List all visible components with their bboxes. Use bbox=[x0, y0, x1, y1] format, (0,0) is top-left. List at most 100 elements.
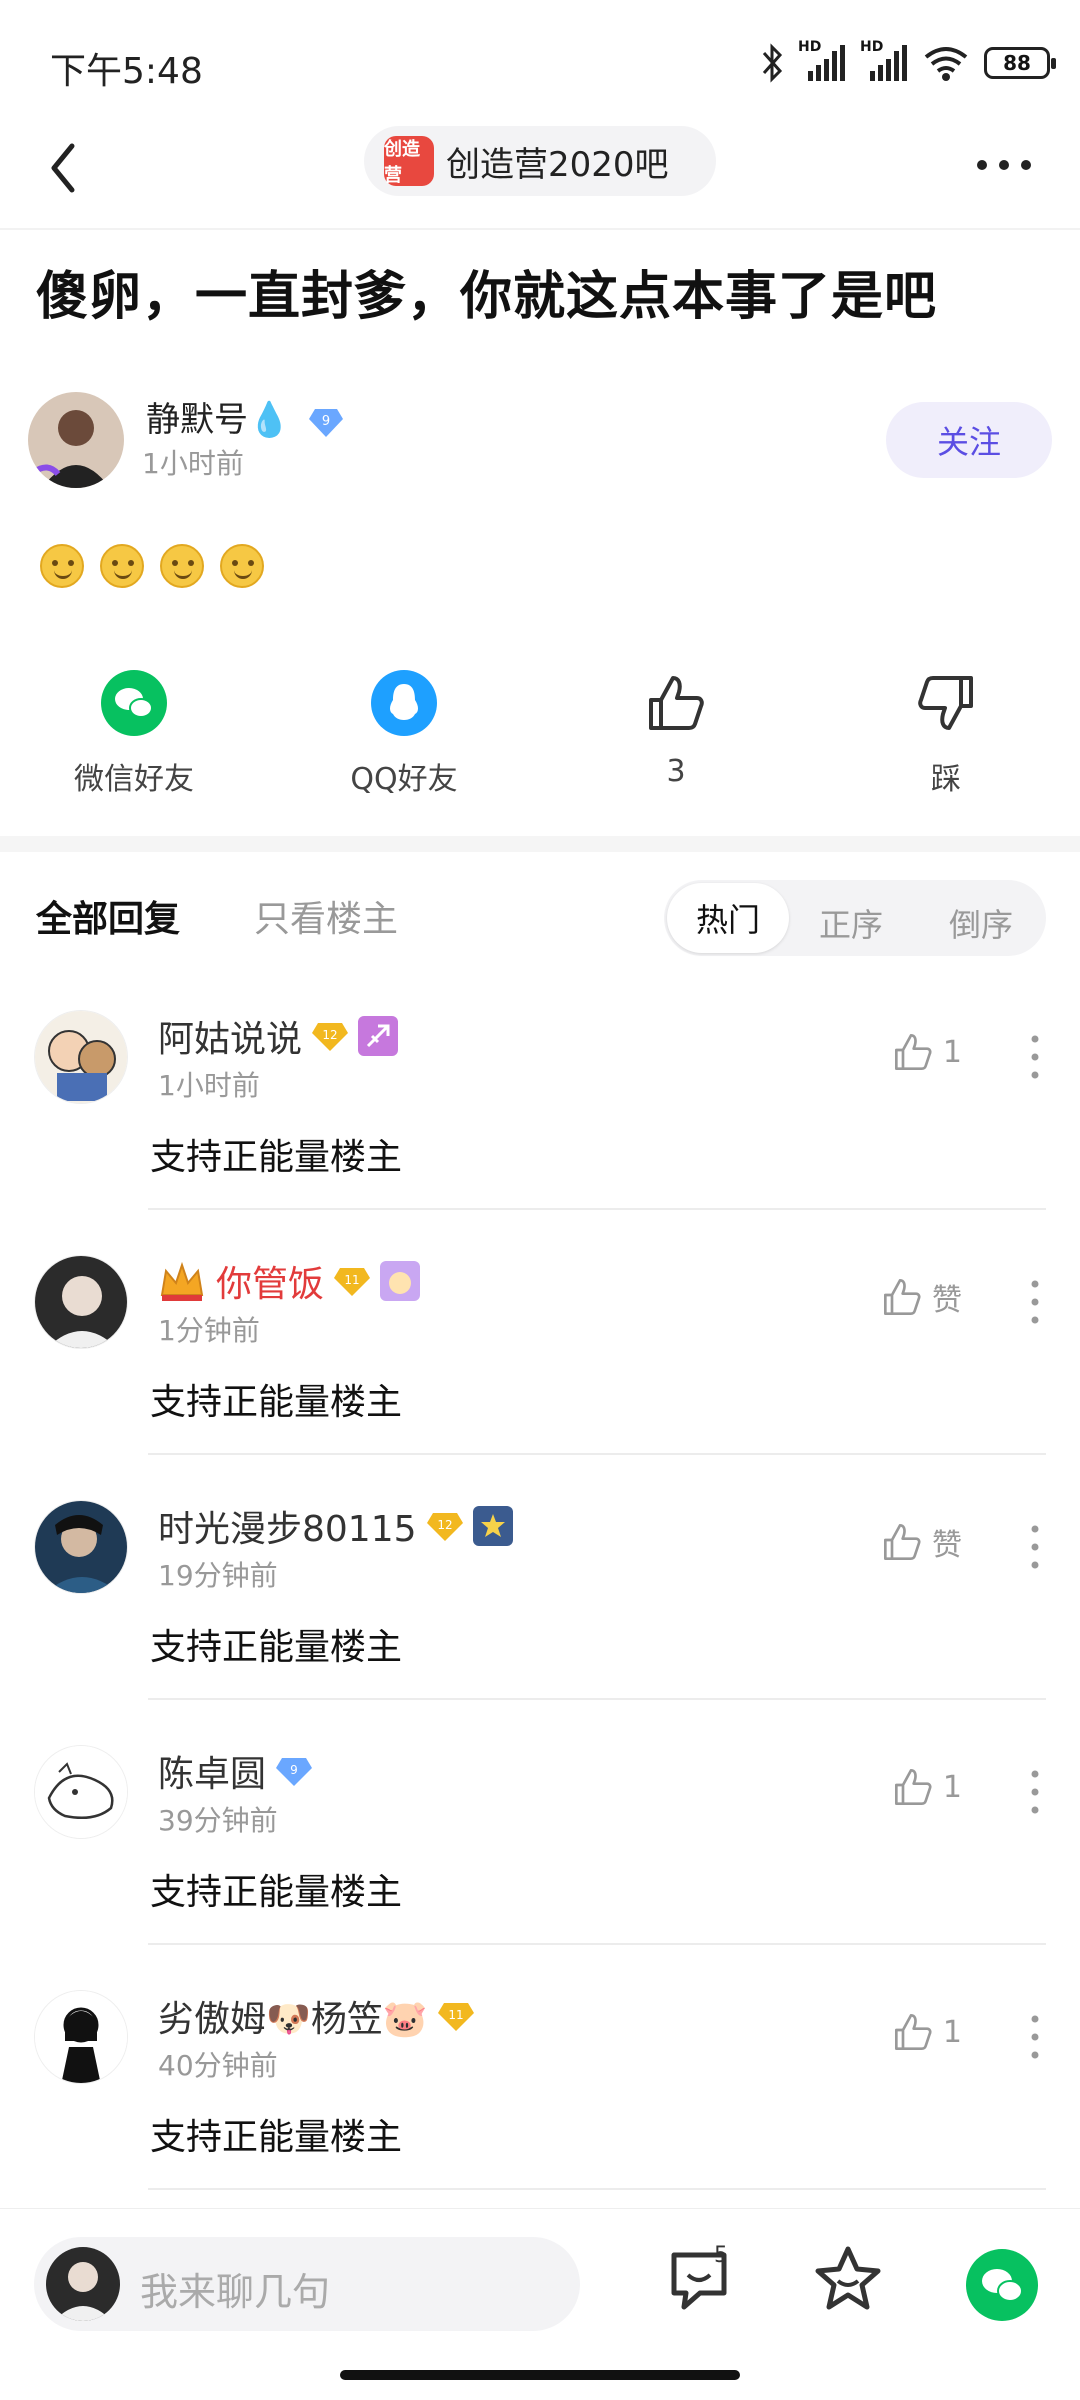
status-time: 下午5:48 bbox=[50, 51, 203, 92]
pet-badge-icon bbox=[380, 1261, 421, 1301]
follow-button[interactable]: 关注 bbox=[886, 402, 1052, 478]
level-badge-gold: 12 bbox=[426, 1513, 463, 1541]
comment-text: 支持正能量楼主 bbox=[150, 1872, 403, 1913]
comment-like-count: 1 bbox=[942, 2014, 962, 2050]
commenter-name-text: 时光漫步80115 bbox=[158, 1509, 417, 1550]
author-time: 1小时前 bbox=[142, 447, 244, 480]
commenter-name[interactable]: 阿姑说说 12 bbox=[158, 1010, 399, 1062]
crown-icon bbox=[160, 1261, 204, 1301]
tab-op-only[interactable]: 只看楼主 bbox=[254, 890, 398, 942]
status-icons: HD HD 88 bbox=[760, 38, 1056, 88]
thumbs-up-icon bbox=[894, 1034, 932, 1070]
comment-time: 1分钟前 bbox=[158, 1314, 260, 1347]
comment-like-button[interactable]: 赞 bbox=[880, 1275, 962, 1319]
commenter-avatar[interactable] bbox=[34, 1010, 128, 1104]
level-badge-num: 11 bbox=[448, 2008, 463, 2022]
thumbs-up-icon bbox=[884, 1524, 921, 1560]
comment-time: 1小时前 bbox=[158, 1069, 260, 1102]
wifi-icon bbox=[924, 47, 968, 81]
commenter-name[interactable]: 劣傲姆🐶杨笠🐷 11 bbox=[158, 1990, 474, 2042]
comment-time: 40分钟前 bbox=[158, 2049, 278, 2082]
comment-more-icon[interactable] bbox=[1030, 1034, 1040, 1080]
comment-divider bbox=[148, 2188, 1046, 2190]
commenter-name-text: 劣傲姆🐶杨笠🐷 bbox=[158, 1999, 428, 2040]
sort-desc[interactable]: 倒序 bbox=[949, 900, 1013, 946]
thumbs-up-icon bbox=[894, 1769, 932, 1805]
author-name[interactable]: 静默号💧 9 bbox=[146, 392, 344, 441]
comment-like-button[interactable]: 1 bbox=[891, 1030, 962, 1074]
sort-hot[interactable]: 热门 bbox=[667, 883, 789, 953]
sort-asc[interactable]: 正序 bbox=[819, 900, 883, 946]
status-bar: 下午5:48 HD HD 88 bbox=[0, 0, 1080, 120]
level-badge-num: 11 bbox=[344, 1273, 359, 1287]
post-actions: 微信好友 QQ好友 3 踩 bbox=[0, 670, 1080, 800]
thumbs-down-icon bbox=[918, 676, 973, 730]
comment-like-button[interactable]: 1 bbox=[891, 1765, 962, 1809]
commenter-avatar[interactable] bbox=[34, 1500, 128, 1594]
comment-divider bbox=[148, 1943, 1046, 1945]
commenter-avatar[interactable] bbox=[34, 1255, 128, 1349]
tab-all-replies[interactable]: 全部回复 bbox=[36, 890, 180, 942]
comment-more-icon[interactable] bbox=[1030, 1279, 1040, 1325]
smile-emoji bbox=[40, 544, 84, 588]
sort-switch: 热门 正序 倒序 bbox=[664, 880, 1046, 956]
level-badge-gold: 11 bbox=[334, 1268, 371, 1296]
comment-item: 劣傲姆🐶杨笠🐷 11 40分钟前 支持正能量楼主 1 bbox=[0, 1990, 1080, 2235]
level-badge-num: 12 bbox=[437, 1518, 452, 1532]
dislike-label: 踩 bbox=[931, 762, 961, 797]
reply-input-placeholder: 我来聊几句 bbox=[140, 2270, 331, 2314]
bluetooth-icon bbox=[762, 43, 783, 83]
forum-name: 创造营2020吧 bbox=[446, 144, 669, 185]
more-options-icon[interactable] bbox=[974, 150, 1034, 180]
commenter-name[interactable]: 你管饭 11 bbox=[158, 1255, 421, 1307]
post-author: 静默号💧 9 1小时前 关注 bbox=[28, 392, 1052, 488]
comment-like-button[interactable]: 1 bbox=[891, 2010, 962, 2054]
dislike-button[interactable]: 踩 bbox=[846, 670, 1046, 798]
comment-more-icon[interactable] bbox=[1030, 1769, 1040, 1815]
signal-icon-1: HD bbox=[798, 39, 846, 83]
comment-text: 支持正能量楼主 bbox=[150, 1627, 403, 1668]
author-name-text: 静默号💧 bbox=[146, 400, 291, 440]
comment-like-count: 赞 bbox=[932, 1283, 962, 1318]
comment-time: 19分钟前 bbox=[158, 1559, 278, 1592]
top-nav: 创造营 创造营2020吧 bbox=[0, 120, 1080, 230]
author-avatar[interactable] bbox=[28, 392, 124, 488]
level-badge-num: 9 bbox=[322, 414, 330, 429]
share-qq-button[interactable]: QQ好友 bbox=[304, 670, 504, 798]
comment-more-icon[interactable] bbox=[1030, 2014, 1040, 2060]
comment-text: 支持正能量楼主 bbox=[150, 2117, 403, 2158]
section-divider bbox=[0, 836, 1080, 852]
comment-item: 阿姑说说 12 1小时前 支持正能量楼主 1 bbox=[0, 1010, 1080, 1255]
commenter-avatar[interactable] bbox=[34, 1745, 128, 1839]
comment-count-badge: 5 bbox=[714, 2243, 728, 2268]
wechat-icon bbox=[101, 670, 167, 736]
reply-input[interactable]: 我来聊几句 bbox=[34, 2237, 580, 2331]
home-indicator bbox=[340, 2370, 740, 2380]
smile-emoji bbox=[100, 544, 144, 588]
share-wechat-label: 微信好友 bbox=[74, 762, 194, 797]
my-avatar bbox=[46, 2247, 120, 2321]
wechat-icon bbox=[982, 2269, 1023, 2302]
commenter-name[interactable]: 时光漫步80115 12 bbox=[158, 1500, 513, 1552]
comment-time: 39分钟前 bbox=[158, 1804, 278, 1837]
forum-chip[interactable]: 创造营 创造营2020吧 bbox=[364, 126, 716, 196]
share-wechat-button[interactable]: 微信好友 bbox=[34, 670, 234, 798]
hd-label-2: HD bbox=[860, 39, 884, 55]
forum-logo: 创造营 bbox=[384, 136, 434, 186]
comment-more-icon[interactable] bbox=[1030, 1524, 1040, 1570]
commenter-name[interactable]: 陈卓圆 9 bbox=[158, 1745, 313, 1797]
level-badge-gold: 11 bbox=[437, 2003, 474, 2031]
back-arrow-icon[interactable] bbox=[44, 134, 104, 204]
commenter-avatar[interactable] bbox=[34, 1990, 128, 2084]
like-button[interactable]: 3 bbox=[576, 670, 776, 789]
comment-text: 支持正能量楼主 bbox=[150, 1137, 403, 1178]
favorite-star-icon[interactable] bbox=[812, 2243, 884, 2315]
post-title: 傻卵，一直封爹，你就这点本事了是吧 bbox=[36, 267, 938, 327]
thumbs-up-icon bbox=[649, 676, 704, 730]
commenter-name-text: 你管饭 bbox=[216, 1264, 325, 1305]
level-badge-blue: 9 bbox=[276, 1758, 313, 1786]
share-wechat-fab[interactable] bbox=[966, 2249, 1038, 2321]
comment-divider bbox=[148, 1208, 1046, 1210]
comment-like-button[interactable]: 赞 bbox=[880, 1520, 962, 1564]
comment-divider bbox=[148, 1453, 1046, 1455]
